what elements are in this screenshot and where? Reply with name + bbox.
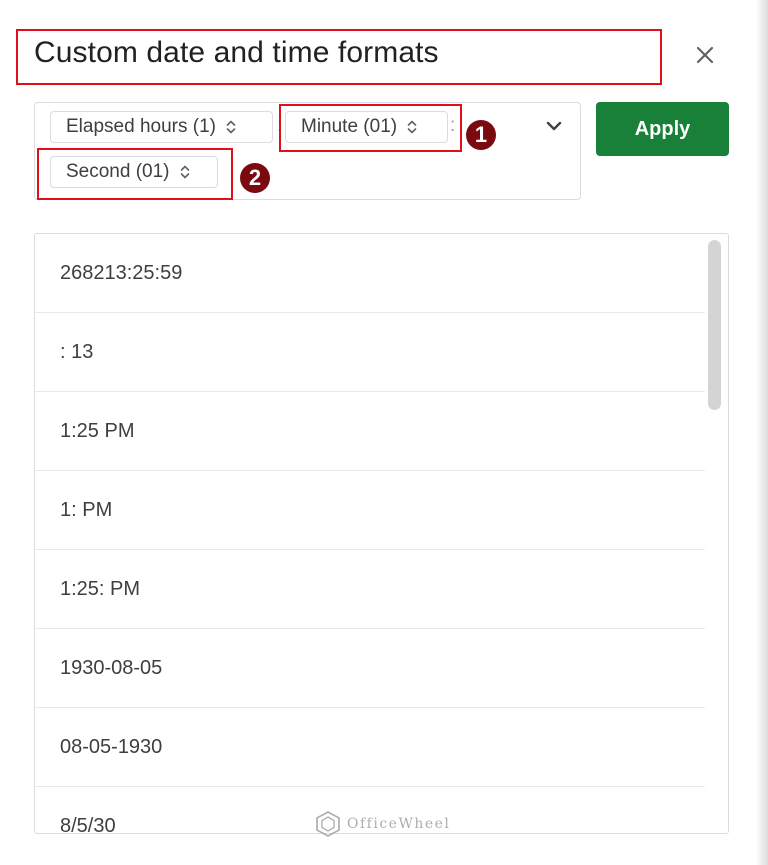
chip-elapsed-hours[interactable]: Elapsed hours (1) <box>50 111 273 143</box>
list-item[interactable]: : 13 <box>35 313 705 392</box>
formats-list[interactable]: 268213:25:59 : 13 1:25 PM 1: PM 1:25: PM… <box>34 233 729 834</box>
format-dropdown-button[interactable] <box>538 112 570 144</box>
close-button[interactable] <box>688 40 722 74</box>
step-badge-2: 2 <box>240 163 270 193</box>
list-scrollbar[interactable] <box>708 240 721 410</box>
unfold-icon <box>180 164 190 180</box>
list-item[interactable]: 1:25 PM <box>35 392 705 471</box>
window-edge <box>756 0 768 865</box>
watermark-text: OfficeWheel <box>347 816 451 832</box>
step-badge-1: 1 <box>466 120 496 150</box>
chevron-down-icon <box>545 119 563 137</box>
unfold-icon <box>407 119 417 135</box>
apply-button[interactable]: Apply <box>596 102 729 156</box>
close-icon <box>696 46 714 69</box>
watermark-logo-icon <box>316 810 340 838</box>
list-item[interactable]: 1: PM <box>35 471 705 550</box>
unfold-icon <box>226 119 236 135</box>
watermark: OfficeWheel <box>314 810 450 838</box>
chip-minute[interactable]: Minute (01) <box>285 111 448 143</box>
list-item[interactable]: 1:25: PM <box>35 550 705 629</box>
list-item[interactable]: 08-05-1930 <box>35 708 705 787</box>
list-item[interactable]: 1930-08-05 <box>35 629 705 708</box>
separator: : <box>450 115 456 136</box>
dialog-title: Custom date and time formats <box>34 36 439 69</box>
chip-label: Elapsed hours (1) <box>66 116 216 137</box>
format-dialog: Custom date and time formats Elapsed hou… <box>0 0 768 865</box>
separator: : <box>277 115 283 136</box>
chip-label: Second (01) <box>66 161 170 182</box>
chip-label: Minute (01) <box>301 116 398 137</box>
list-item[interactable]: 268213:25:59 <box>35 234 705 313</box>
chip-second[interactable]: Second (01) <box>50 156 218 188</box>
